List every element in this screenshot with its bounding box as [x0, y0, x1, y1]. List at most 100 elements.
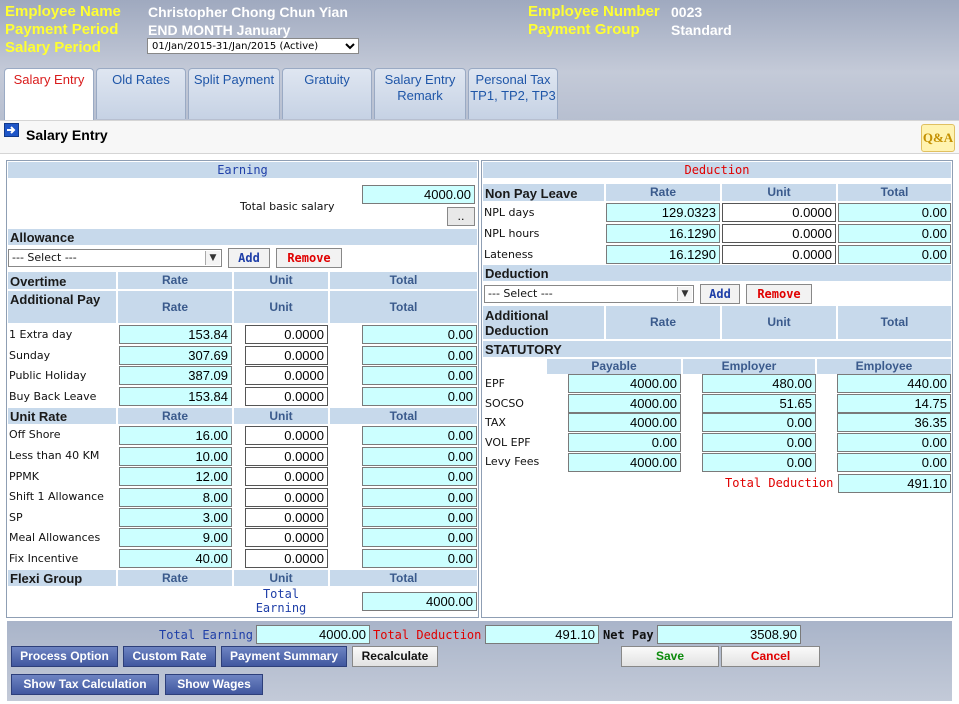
- chevron-down-icon: ▼: [677, 287, 692, 301]
- unit-rate-unit-field[interactable]: 0.0000: [245, 426, 328, 445]
- browse-basic-salary-button[interactable]: ..: [447, 207, 475, 226]
- allowance-remove-button[interactable]: Remove: [276, 248, 342, 268]
- salary-period-label: Salary Period: [5, 39, 101, 56]
- npl-unit-field[interactable]: 0.0000: [722, 224, 836, 243]
- employee-header: Employee Name Christopher Chong Chun Yia…: [0, 0, 959, 121]
- additional-pay-total-field: 0.00: [362, 366, 477, 385]
- employee-number-label: Employee Number: [528, 3, 660, 20]
- unit-rate-total-field: 0.00: [362, 447, 477, 466]
- tab-old-rates[interactable]: Old Rates: [96, 68, 186, 119]
- npl-total-field: 0.00: [838, 224, 951, 243]
- employee-name-label: Employee Name: [5, 3, 121, 20]
- payment-period-value: END MONTH January: [148, 22, 291, 38]
- save-button[interactable]: Save: [621, 646, 719, 667]
- process-option-button[interactable]: Process Option: [11, 646, 118, 667]
- additional-pay-unit-field[interactable]: 0.0000: [245, 325, 328, 344]
- overtime-unit-header: Unit: [234, 272, 328, 289]
- npl-rate-field[interactable]: 16.1290: [606, 224, 720, 243]
- additional-pay-row-label: Public Holiday: [9, 369, 87, 382]
- additional-pay-unit-field[interactable]: 0.0000: [245, 366, 328, 385]
- statutory-employee-field: 0.00: [837, 453, 951, 472]
- show-tax-calculation-button[interactable]: Show Tax Calculation: [11, 674, 159, 695]
- unit-rate-row-label: Less than 40 KM: [9, 449, 100, 462]
- unit-rate-total-field: 0.00: [362, 488, 477, 507]
- statutory-payable-field: 4000.00: [568, 374, 681, 393]
- earning-header: Earning: [8, 162, 477, 178]
- statutory-employer-field: 480.00: [702, 374, 816, 393]
- unit-rate-unit-field[interactable]: 0.0000: [245, 549, 328, 568]
- npl-rate-field[interactable]: 16.1290: [606, 245, 720, 264]
- deduction-remove-button[interactable]: Remove: [746, 284, 812, 304]
- unit-rate-rate-field[interactable]: 12.00: [119, 467, 232, 486]
- payment-group-label: Payment Group: [528, 21, 640, 38]
- additional-pay-unit-header: Unit: [234, 291, 328, 323]
- tab-personal-tax[interactable]: Personal Tax TP1, TP2, TP3: [468, 68, 558, 119]
- unit-rate-row-label: Shift 1 Allowance: [9, 490, 104, 503]
- additional-pay-row-label: Buy Back Leave: [9, 390, 97, 403]
- overtime-total-header: Total: [330, 272, 477, 289]
- npl-row-label: Lateness: [484, 248, 534, 261]
- payment-summary-button[interactable]: Payment Summary: [221, 646, 347, 667]
- custom-rate-button[interactable]: Custom Rate: [123, 646, 216, 667]
- deduction-select-value: --- Select ---: [488, 287, 553, 300]
- unit-rate-label: Unit Rate: [10, 409, 68, 424]
- employee-number-value: 0023: [671, 4, 703, 20]
- allowance-select[interactable]: --- Select --- ▼: [8, 249, 222, 267]
- flexi-group-label: Flexi Group: [10, 571, 83, 586]
- additional-pay-unit-field[interactable]: 0.0000: [245, 346, 328, 365]
- footer-total-deduction-field: 491.10: [485, 625, 599, 644]
- footer-net-pay-field: 3508.90: [657, 625, 801, 644]
- deduction-add-button[interactable]: Add: [700, 284, 740, 304]
- additional-pay-rate-field[interactable]: 153.84: [119, 325, 232, 344]
- unit-rate-rate-header: Rate: [118, 408, 232, 424]
- statutory-employer-field: 0.00: [702, 413, 816, 432]
- additional-pay-rate-field[interactable]: 307.69: [119, 346, 232, 365]
- statutory-employer-field: 0.00: [702, 453, 816, 472]
- unit-rate-unit-field[interactable]: 0.0000: [245, 508, 328, 527]
- footer-net-pay-label: Net Pay: [603, 628, 654, 642]
- total-basic-salary-field[interactable]: 4000.00: [362, 185, 475, 204]
- statutory-payable-field: 0.00: [568, 433, 681, 452]
- additional-deduction-unit-header: Unit: [722, 306, 836, 339]
- tab-gratuity[interactable]: Gratuity: [282, 68, 372, 119]
- show-wages-button[interactable]: Show Wages: [165, 674, 263, 695]
- additional-pay-total-field: 0.00: [362, 346, 477, 365]
- total-earning-field: 4000.00: [362, 592, 477, 611]
- statutory-payable-field: 4000.00: [568, 394, 681, 413]
- unit-rate-unit-field[interactable]: 0.0000: [245, 528, 328, 547]
- deduction-select[interactable]: --- Select --- ▼: [484, 285, 694, 303]
- unit-rate-rate-field[interactable]: 3.00: [119, 508, 232, 527]
- unit-rate-rate-field[interactable]: 9.00: [119, 528, 232, 547]
- additional-pay-rate-field[interactable]: 387.09: [119, 366, 232, 385]
- unit-rate-rate-field[interactable]: 10.00: [119, 447, 232, 466]
- npl-unit-field[interactable]: 0.0000: [722, 245, 836, 264]
- unit-rate-total-field: 0.00: [362, 528, 477, 547]
- unit-rate-rate-field[interactable]: 40.00: [119, 549, 232, 568]
- unit-rate-rate-field[interactable]: 16.00: [119, 426, 232, 445]
- allowance-add-button[interactable]: Add: [228, 248, 270, 268]
- qa-help-icon[interactable]: Q&A: [921, 124, 955, 152]
- statutory-payable-field: 4000.00: [568, 413, 681, 432]
- recalculate-button[interactable]: Recalculate: [352, 646, 438, 667]
- additional-pay-rate-field[interactable]: 153.84: [119, 387, 232, 406]
- salary-period-select[interactable]: 01/Jan/2015-31/Jan/2015 (Active): [147, 38, 359, 54]
- statutory-employee-field: 440.00: [837, 374, 951, 393]
- statutory-row-label: EPF: [485, 377, 505, 390]
- additional-pay-unit-field[interactable]: 0.0000: [245, 387, 328, 406]
- npl-rate-header: Rate: [606, 184, 720, 201]
- non-pay-leave-label: Non Pay Leave: [485, 186, 578, 201]
- unit-rate-unit-field[interactable]: 0.0000: [245, 467, 328, 486]
- unit-rate-unit-field[interactable]: 0.0000: [245, 447, 328, 466]
- deduction-header: Deduction: [483, 162, 951, 178]
- tab-split-payment[interactable]: Split Payment: [188, 68, 280, 119]
- cancel-button[interactable]: Cancel: [721, 646, 820, 667]
- npl-unit-header: Unit: [722, 184, 836, 201]
- unit-rate-unit-field[interactable]: 0.0000: [245, 488, 328, 507]
- unit-rate-rate-field[interactable]: 8.00: [119, 488, 232, 507]
- npl-unit-field[interactable]: 0.0000: [722, 203, 836, 222]
- total-deduction-field: 491.10: [838, 474, 951, 493]
- tab-salary-entry[interactable]: Salary Entry: [4, 68, 94, 121]
- flexi-group-unit-header: Unit: [234, 570, 328, 586]
- tab-salary-entry-remark[interactable]: Salary Entry Remark: [374, 68, 466, 119]
- npl-rate-field[interactable]: 129.0323: [606, 203, 720, 222]
